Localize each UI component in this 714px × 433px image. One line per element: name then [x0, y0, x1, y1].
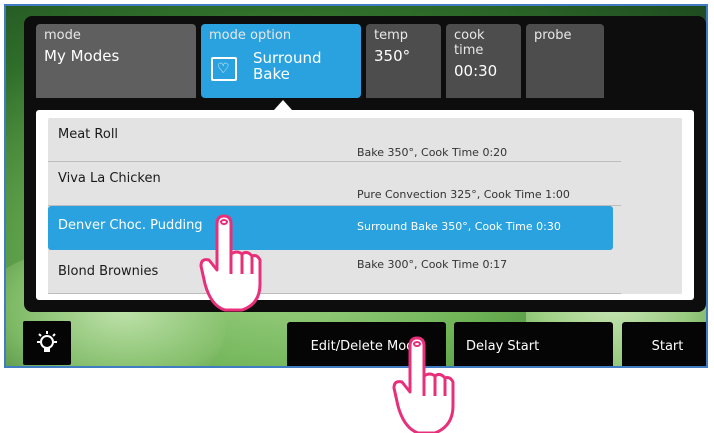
tab-value-line: Surround — [253, 49, 322, 67]
tab-value: 350° — [374, 47, 411, 65]
tab-label: probe — [534, 28, 572, 43]
pointing-hand-icon — [199, 214, 262, 312]
recipe-name: Blond Brownies — [58, 264, 159, 279]
recipe-desc: Bake 350°, Cook Time 0:20 — [357, 146, 508, 159]
list-item[interactable]: Meat Roll Bake 350°, Cook Time 0:20 — [48, 118, 621, 162]
tab-label: cook time — [454, 28, 485, 58]
mode-panel: mode My Modes mode option ♡ Surround Bak… — [24, 16, 706, 312]
tab-cook-time[interactable]: cook time 00:30 — [446, 24, 521, 98]
oven-screen: mode My Modes mode option ♡ Surround Bak… — [4, 4, 708, 368]
recipe-name: Viva La Chicken — [58, 171, 161, 186]
tab-temp[interactable]: temp 350° — [366, 24, 441, 98]
tab-value: My Modes — [44, 47, 120, 65]
tab-value: 00:30 — [454, 62, 498, 80]
start-button[interactable]: Start — [622, 322, 706, 366]
recipe-name: Meat Roll — [58, 127, 119, 142]
divider — [48, 293, 621, 294]
pointing-hand-icon — [392, 336, 455, 433]
list-item[interactable]: Blond Brownies Bake 300°, Cook Time 0:17 — [48, 250, 621, 294]
tab-label: mode — [44, 28, 81, 43]
heart-box-icon: ♡ — [211, 57, 237, 81]
tab-probe[interactable]: probe — [526, 24, 604, 98]
light-button[interactable] — [23, 321, 71, 365]
tab-value: Surround Bake — [253, 50, 321, 82]
recipe-desc: Surround Bake 350°, Cook Time 0:30 — [357, 220, 561, 233]
recipe-name: Denver Choc. Pudding — [58, 218, 203, 233]
tab-value-line: Bake — [253, 65, 290, 83]
list-item[interactable]: Viva La Chicken Pure Convection 325°, Co… — [48, 162, 621, 206]
tab-label: temp — [374, 28, 409, 43]
delay-start-button[interactable]: Delay Start — [454, 322, 613, 366]
tab-mode-option[interactable]: mode option ♡ Surround Bake — [201, 24, 361, 98]
tab-label: mode option — [209, 28, 292, 43]
recipe-list: Meat Roll Bake 350°, Cook Time 0:20 Viva… — [36, 110, 694, 300]
list-item-selected[interactable]: Denver Choc. Pudding Surround Bake 350°,… — [48, 206, 613, 250]
tab-mode[interactable]: mode My Modes — [36, 24, 196, 98]
bulb-icon — [37, 331, 57, 352]
recipe-desc: Bake 300°, Cook Time 0:17 — [357, 258, 508, 271]
selection-caret — [274, 100, 292, 110]
recipe-list-inner: Meat Roll Bake 350°, Cook Time 0:20 Viva… — [48, 118, 682, 294]
recipe-desc: Pure Convection 325°, Cook Time 1:00 — [357, 188, 570, 201]
